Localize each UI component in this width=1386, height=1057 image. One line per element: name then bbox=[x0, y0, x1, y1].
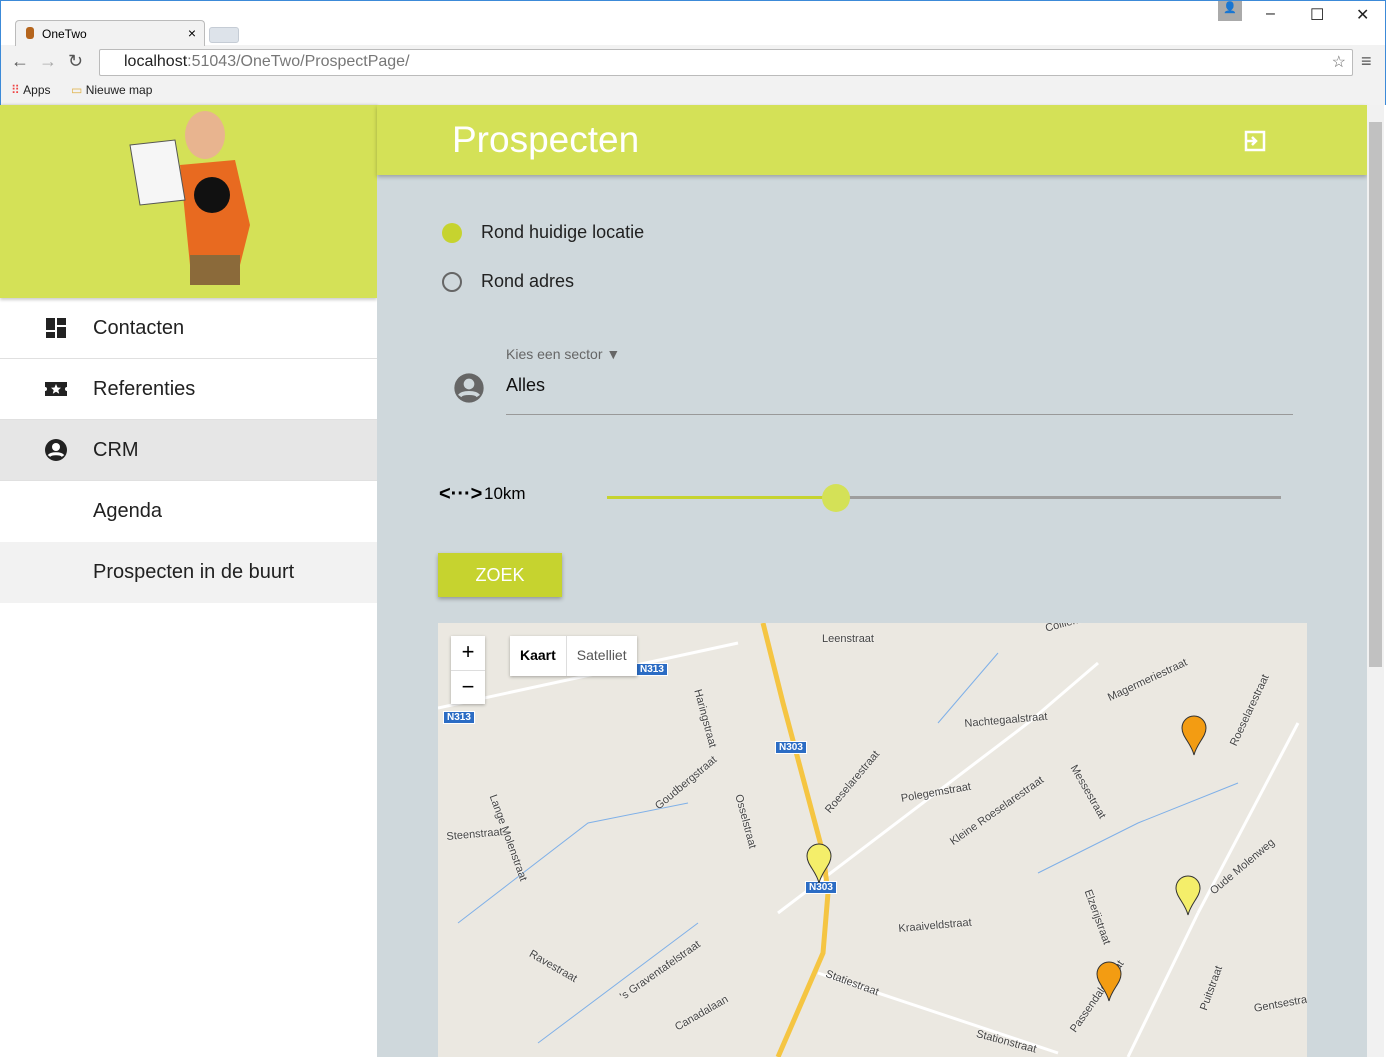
street-label: Leenstraat bbox=[822, 633, 874, 645]
bookmark-star-icon[interactable]: ☆ bbox=[1332, 52, 1346, 72]
distance-value: 10km bbox=[484, 484, 526, 503]
scrollbar[interactable] bbox=[1367, 105, 1384, 1057]
map-marker-icon[interactable] bbox=[1181, 715, 1207, 757]
map-marker-icon[interactable] bbox=[806, 843, 832, 885]
close-window-icon[interactable]: ✕ bbox=[1356, 5, 1369, 25]
star-ticket-icon bbox=[45, 382, 67, 396]
address-bar[interactable]: localhost:51043/OneTwo/ProspectPage/ ☆ bbox=[99, 49, 1353, 76]
bookmark-folder[interactable]: ▭ Nieuwe map bbox=[71, 83, 152, 97]
sector-label: Kies een sector ▼ bbox=[506, 346, 621, 362]
distance-slider[interactable] bbox=[607, 484, 1281, 512]
slider-fill bbox=[607, 496, 837, 499]
distance-icon: <···> bbox=[439, 483, 483, 505]
favicon bbox=[26, 27, 34, 39]
app-header: Prospecten bbox=[377, 105, 1367, 175]
folder-icon: ▭ bbox=[71, 83, 83, 97]
map-marker-icon[interactable] bbox=[1175, 875, 1201, 917]
exit-icon[interactable] bbox=[1243, 129, 1267, 153]
browser-tab[interactable]: OneTwo × bbox=[15, 20, 205, 46]
map-type-kaart[interactable]: Kaart bbox=[510, 636, 566, 676]
mascot-illustration bbox=[129, 111, 250, 285]
zoom-out-button[interactable]: − bbox=[451, 670, 485, 704]
minimize-icon[interactable]: – bbox=[1266, 5, 1275, 23]
bookmark-apps[interactable]: ⠿ Apps bbox=[11, 83, 51, 97]
person-icon bbox=[454, 373, 484, 403]
reload-icon[interactable]: ↻ bbox=[68, 51, 83, 72]
map-marker-icon[interactable] bbox=[1096, 961, 1122, 1003]
dashboard-icon bbox=[46, 318, 66, 338]
sidebar-item-agenda[interactable]: Agenda bbox=[0, 481, 377, 542]
sector-select[interactable]: Alles bbox=[506, 375, 1293, 415]
sidebar-item-crm[interactable]: CRM bbox=[0, 420, 377, 481]
road-shield: N313 bbox=[443, 711, 475, 724]
account-circle-icon bbox=[45, 439, 67, 461]
logo bbox=[0, 105, 377, 298]
road-shield: N313 bbox=[636, 663, 668, 676]
sidebar-item-prospecten[interactable]: Prospecten in de buurt bbox=[0, 542, 377, 603]
scrollbar-thumb[interactable] bbox=[1369, 122, 1382, 667]
search-button[interactable]: ZOEK bbox=[438, 553, 562, 597]
sidebar: Contacten Referenties CRM Agenda Prospec… bbox=[0, 105, 377, 1057]
new-tab-button[interactable] bbox=[209, 27, 239, 43]
menu-icon[interactable]: ≡ bbox=[1361, 51, 1372, 72]
sidebar-item-referenties[interactable]: Referenties bbox=[0, 359, 377, 420]
zoom-in-button[interactable]: + bbox=[451, 636, 485, 670]
maximize-icon[interactable]: ☐ bbox=[1310, 5, 1324, 25]
zoom-controls: + − bbox=[451, 636, 485, 704]
page-title: Prospecten bbox=[452, 119, 640, 160]
slider-handle[interactable] bbox=[822, 484, 851, 512]
map[interactable]: N313N313N303N303LeenstraatColliemolenstr… bbox=[438, 623, 1307, 1057]
map-type-control: Kaart Satelliet bbox=[510, 636, 637, 676]
back-icon[interactable]: ← bbox=[11, 51, 29, 72]
close-tab-icon[interactable]: × bbox=[188, 25, 196, 41]
main-content: Prospecten Rond huidige locatie Rond adr… bbox=[377, 105, 1367, 1057]
user-icon[interactable]: 👤 bbox=[1218, 1, 1242, 21]
apps-grid-icon: ⠿ bbox=[11, 83, 20, 97]
tab-title: OneTwo bbox=[42, 27, 87, 41]
road-shield: N303 bbox=[775, 741, 807, 754]
forward-icon[interactable]: → bbox=[39, 51, 57, 72]
map-type-satellite[interactable]: Satelliet bbox=[565, 636, 637, 676]
browser-chrome: OneTwo × 👤 – ☐ ✕ ← → ↻ localhost:51043/On… bbox=[0, 0, 1386, 105]
sidebar-item-contacten[interactable]: Contacten bbox=[0, 298, 377, 359]
